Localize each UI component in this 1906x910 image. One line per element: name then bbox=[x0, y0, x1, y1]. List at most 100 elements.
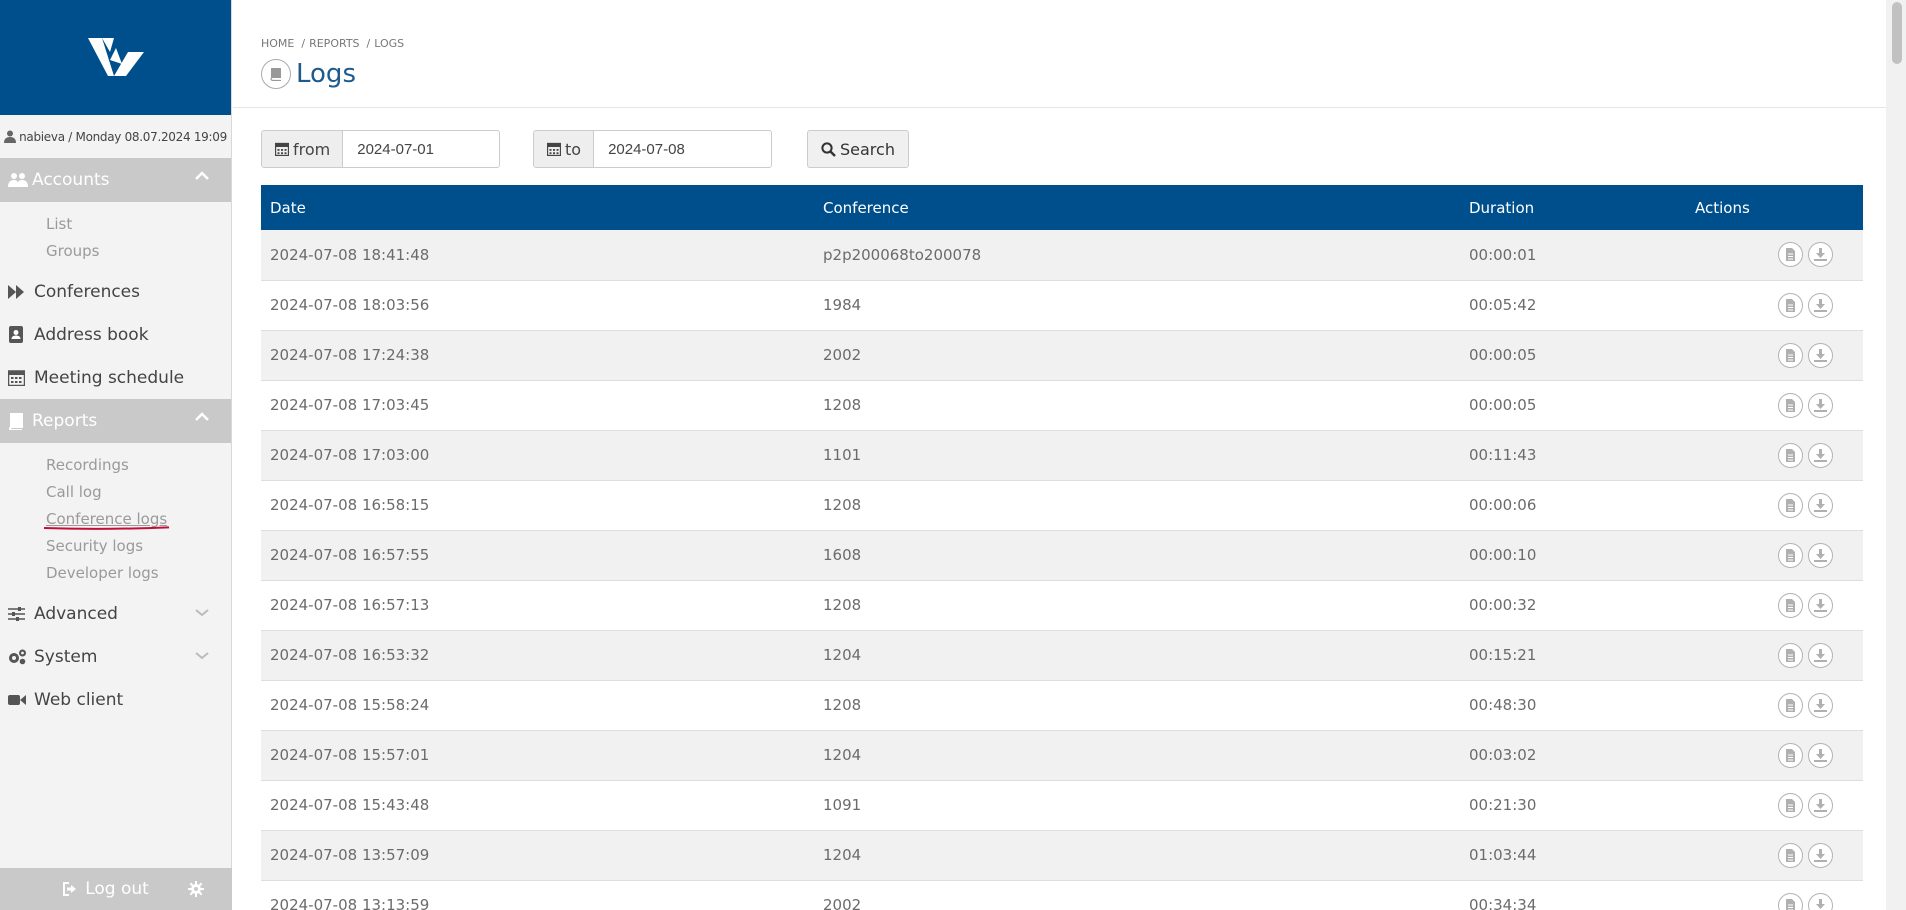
search-button[interactable]: Search bbox=[807, 130, 909, 168]
download-log-button[interactable] bbox=[1808, 542, 1833, 568]
chevron-up-icon bbox=[195, 412, 209, 421]
column-header-conference[interactable]: Conference bbox=[814, 185, 1460, 230]
view-log-button[interactable] bbox=[1778, 292, 1803, 318]
cell-actions bbox=[1686, 580, 1863, 630]
sidebar-item-call-log[interactable]: Call log bbox=[0, 478, 231, 505]
sidebar-item-advanced-label: Advanced bbox=[34, 603, 118, 624]
cell-duration: 00:21:30 bbox=[1469, 796, 1537, 814]
view-log-button[interactable] bbox=[1778, 542, 1803, 568]
table-row[interactable]: 2024-07-08 18:03:56 1984 00:05:42 bbox=[261, 280, 1863, 330]
download-log-button[interactable] bbox=[1808, 692, 1833, 718]
download-log-button[interactable] bbox=[1808, 492, 1833, 518]
view-log-button[interactable] bbox=[1778, 442, 1803, 468]
cell-duration: 00:00:05 bbox=[1469, 396, 1537, 414]
sidebar-item-address-book[interactable]: Address book bbox=[0, 313, 231, 356]
logout-button[interactable]: Log out bbox=[63, 879, 149, 899]
sidebar-item-advanced[interactable]: Advanced bbox=[0, 592, 231, 635]
table-row[interactable]: 2024-07-08 17:03:00 1101 00:11:43 bbox=[261, 430, 1863, 480]
breadcrumb-reports[interactable]: REPORTS bbox=[309, 37, 359, 50]
document-icon bbox=[1785, 798, 1796, 812]
logo[interactable] bbox=[0, 0, 231, 115]
table-row[interactable]: 2024-07-08 15:43:48 1091 00:21:30 bbox=[261, 780, 1863, 830]
cell-duration: 00:00:01 bbox=[1469, 245, 1537, 264]
download-log-button[interactable] bbox=[1808, 842, 1833, 868]
gear-icon[interactable] bbox=[188, 881, 204, 897]
download-log-button[interactable] bbox=[1808, 792, 1833, 818]
sidebar-item-meeting-schedule[interactable]: Meeting schedule bbox=[0, 356, 231, 399]
table-row[interactable]: 2024-07-08 18:41:48 p2p200068to200078 00:0… bbox=[261, 230, 1863, 280]
sidebar-item-developer-logs[interactable]: Developer logs bbox=[0, 559, 231, 586]
breadcrumb-home[interactable]: HOME bbox=[261, 37, 294, 50]
to-date-input[interactable] bbox=[594, 131, 755, 167]
download-log-button[interactable] bbox=[1808, 592, 1833, 618]
sidebar-section-accounts[interactable]: Accounts bbox=[0, 158, 231, 202]
cell-conference: 1204 bbox=[823, 846, 862, 864]
download-log-button[interactable] bbox=[1808, 442, 1833, 468]
cell-conference: 1101 bbox=[823, 446, 862, 464]
app: nabieva / Monday 08.07.2024 19:09 Accoun… bbox=[0, 0, 1906, 910]
sidebar-item-conferences[interactable]: Conferences bbox=[0, 270, 231, 313]
to-label: to bbox=[565, 139, 582, 159]
sidebar-item-system-label: System bbox=[34, 646, 98, 667]
table-row[interactable]: 2024-07-08 13:13:59 2002 00:34:34 bbox=[261, 880, 1863, 910]
book-icon bbox=[261, 59, 291, 89]
download-log-button[interactable] bbox=[1808, 642, 1833, 668]
download-log-button[interactable] bbox=[1808, 292, 1833, 318]
table-row[interactable]: 2024-07-08 16:53:32 1204 00:15:21 bbox=[261, 630, 1863, 680]
sidebar-item-web-client[interactable]: Web client bbox=[0, 678, 231, 721]
scrollbar-thumb[interactable] bbox=[1892, 2, 1902, 64]
from-date-input[interactable] bbox=[343, 131, 494, 167]
download-log-button[interactable] bbox=[1808, 392, 1833, 418]
table-row[interactable]: 2024-07-08 13:57:09 1204 01:03:44 bbox=[261, 830, 1863, 880]
cell-actions bbox=[1686, 330, 1863, 380]
view-log-button[interactable] bbox=[1778, 392, 1803, 418]
column-header-date[interactable]: Date bbox=[261, 185, 814, 230]
view-log-button[interactable] bbox=[1778, 342, 1803, 368]
search-icon bbox=[821, 141, 836, 157]
view-log-button[interactable] bbox=[1778, 692, 1803, 718]
sidebar-section-reports-label: Reports bbox=[32, 411, 98, 431]
sidebar-section-reports[interactable]: Reports bbox=[0, 399, 231, 443]
table-row[interactable]: 2024-07-08 15:57:01 1204 00:03:02 bbox=[261, 730, 1863, 780]
column-header-duration[interactable]: Duration bbox=[1460, 185, 1686, 230]
book-icon bbox=[8, 412, 32, 430]
table-row[interactable]: 2024-07-08 17:03:45 1208 00:00:05 bbox=[261, 380, 1863, 430]
sidebar-item-system[interactable]: System bbox=[0, 635, 231, 678]
sidebar-item-recordings[interactable]: Recordings bbox=[0, 451, 231, 478]
cell-duration: 00:00:10 bbox=[1469, 546, 1537, 564]
view-log-button[interactable] bbox=[1778, 792, 1803, 818]
sidebar-section-accounts-label: Accounts bbox=[32, 170, 110, 190]
view-log-button[interactable] bbox=[1778, 742, 1803, 768]
download-log-button[interactable] bbox=[1808, 742, 1833, 768]
download-log-button[interactable] bbox=[1808, 242, 1833, 268]
download-log-button[interactable] bbox=[1808, 342, 1833, 368]
view-log-button[interactable] bbox=[1778, 492, 1803, 518]
download-log-button[interactable] bbox=[1808, 892, 1833, 910]
table-row[interactable]: 2024-07-08 16:57:55 1608 00:00:10 bbox=[261, 530, 1863, 580]
sidebar-item-conference-logs[interactable]: Conference logs bbox=[0, 505, 231, 532]
cell-conference: 1204 bbox=[823, 746, 862, 764]
view-log-button[interactable] bbox=[1778, 842, 1803, 868]
document-icon bbox=[1785, 348, 1796, 362]
document-icon bbox=[1785, 498, 1796, 512]
scrollbar[interactable] bbox=[1886, 0, 1906, 910]
view-log-button[interactable] bbox=[1778, 892, 1803, 910]
document-icon bbox=[1785, 648, 1796, 662]
table-row[interactable]: 2024-07-08 16:58:15 1208 00:00:06 bbox=[261, 480, 1863, 530]
table-row[interactable]: 2024-07-08 15:58:24 1208 00:48:30 bbox=[261, 680, 1863, 730]
table-row[interactable]: 2024-07-08 16:57:13 1208 00:00:32 bbox=[261, 580, 1863, 630]
sidebar-item-list[interactable]: List bbox=[0, 210, 231, 237]
table-body: 2024-07-08 18:41:48 p2p200068to200078 00:0… bbox=[261, 230, 1863, 910]
logo-icon bbox=[87, 37, 144, 76]
gears-icon bbox=[8, 649, 34, 665]
view-log-button[interactable] bbox=[1778, 242, 1803, 268]
sidebar-item-security-logs[interactable]: Security logs bbox=[0, 532, 231, 559]
page-title-text: Logs bbox=[296, 59, 356, 89]
main-content: HOME/REPORTS/LOGS Logs from to bbox=[233, 0, 1886, 910]
table-row[interactable]: 2024-07-08 17:24:38 2002 00:00:05 bbox=[261, 330, 1863, 380]
view-log-button[interactable] bbox=[1778, 592, 1803, 618]
sidebar-item-conference-logs-label: Conference logs bbox=[46, 509, 168, 528]
view-log-button[interactable] bbox=[1778, 642, 1803, 668]
sidebar-item-groups[interactable]: Groups bbox=[0, 237, 231, 264]
cell-date: 2024-07-08 17:03:45 bbox=[270, 396, 430, 414]
